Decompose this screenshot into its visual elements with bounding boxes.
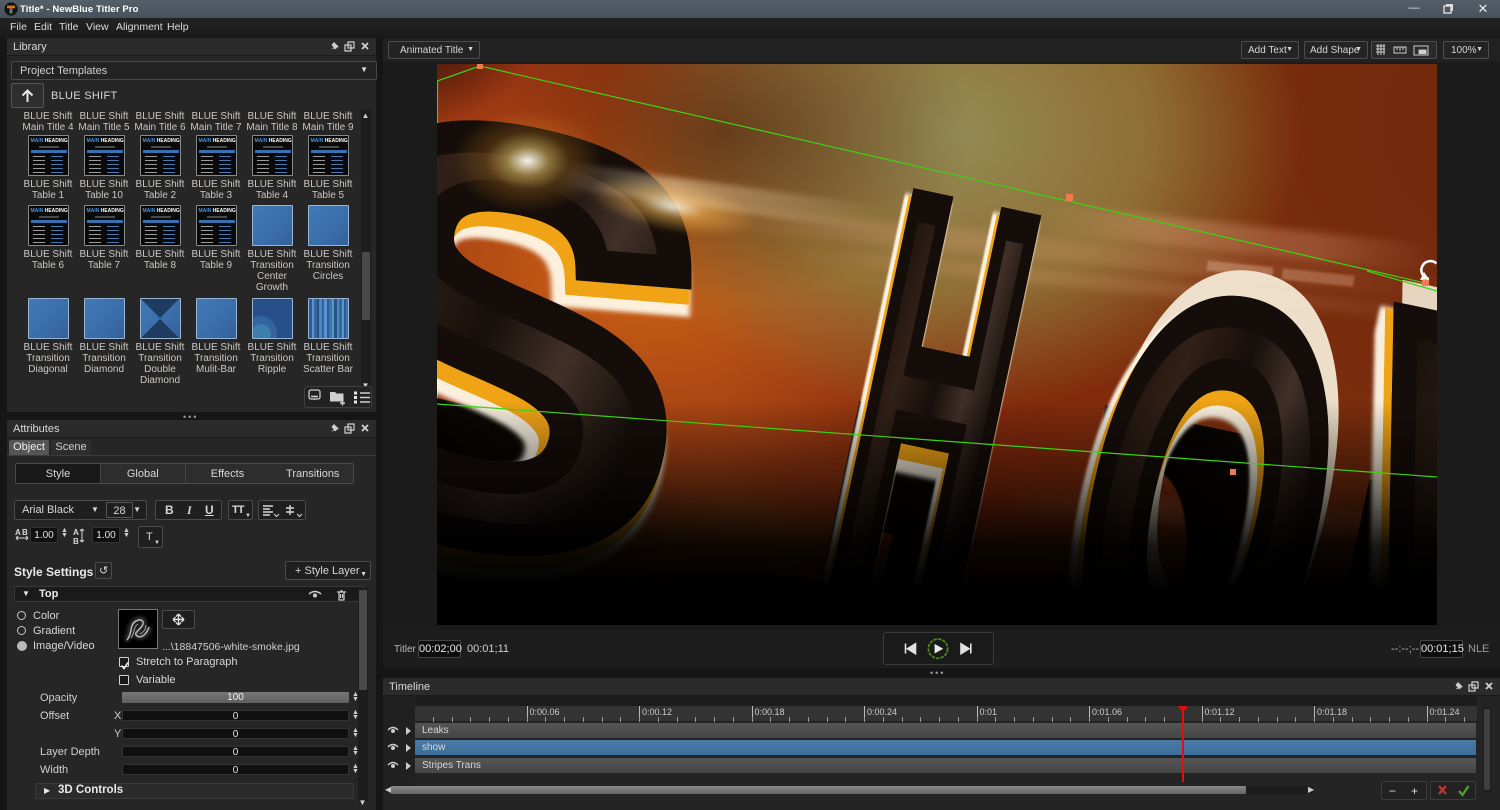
svg-text:A: A	[15, 528, 21, 537]
svg-text:B: B	[22, 528, 28, 537]
svg-text:A: A	[73, 528, 79, 537]
svg-text:B: B	[73, 537, 79, 545]
